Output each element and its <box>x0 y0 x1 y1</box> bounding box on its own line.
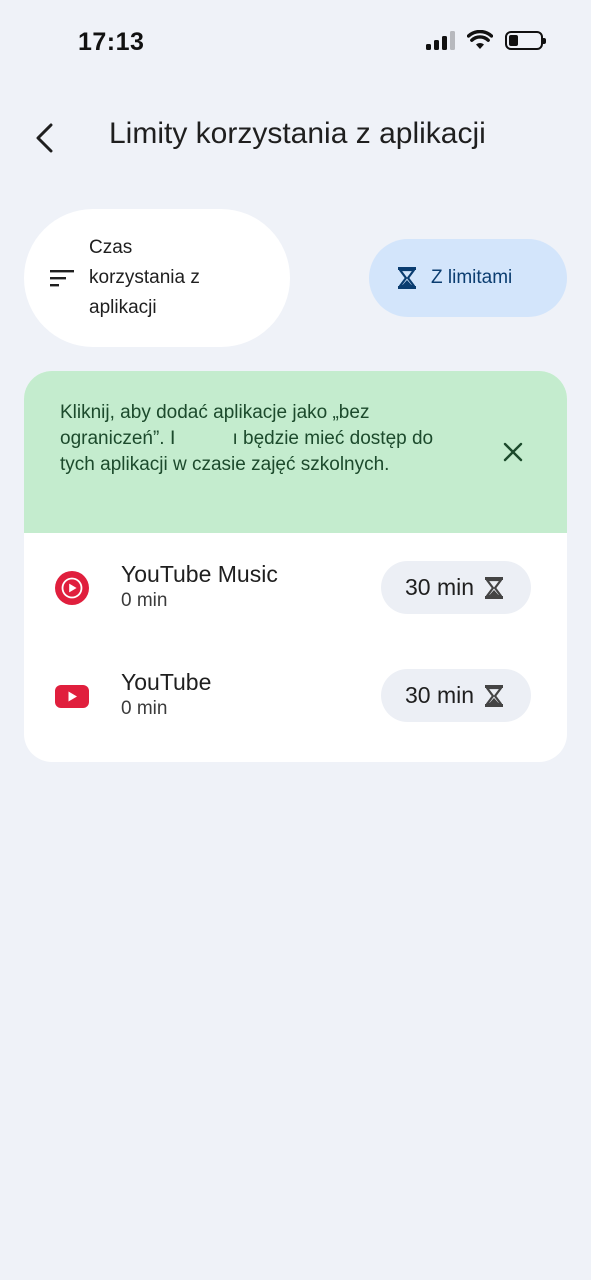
app-row-youtube-music[interactable]: YouTube Music 0 min 30 min <box>24 533 567 641</box>
app-limit-button[interactable]: 30 min <box>381 561 531 614</box>
banner-text: Kliknij, aby dodać aplikacje jako „bez o… <box>60 402 434 475</box>
close-icon[interactable] <box>499 438 527 466</box>
app-limit-value: 30 min <box>405 682 475 708</box>
cellular-signal-icon <box>426 30 455 50</box>
youtube-icon <box>55 685 89 708</box>
sort-label-line: korzystania z <box>89 267 200 288</box>
with-limits-chip[interactable]: Z limitami <box>369 239 567 317</box>
app-usage-time: 0 min <box>121 698 168 719</box>
app-limit-button[interactable]: 30 min <box>381 669 531 722</box>
status-icons <box>426 30 546 50</box>
sort-label-line: aplikacji <box>89 297 157 318</box>
battery-icon <box>505 30 546 50</box>
with-limits-label: Z limitami <box>431 267 513 288</box>
youtube-music-icon <box>55 571 89 605</box>
app-name: YouTube <box>121 669 212 695</box>
app-limits-screen: 17:13 Limity korzystania z aplikacji Cza… <box>0 0 591 1280</box>
sort-icon <box>50 270 74 287</box>
sort-chip-label: Czas korzystania z aplikacji <box>89 233 200 323</box>
app-limit-value: 30 min <box>405 574 475 600</box>
back-arrow-icon <box>36 123 53 153</box>
apps-card: Kliknij, aby dodać aplikacje jako „bez o… <box>24 371 567 762</box>
hourglass-icon <box>398 267 416 289</box>
status-time: 17:13 <box>78 28 145 56</box>
info-banner[interactable]: Kliknij, aby dodać aplikacje jako „bez o… <box>24 371 567 533</box>
page-title: Limity korzystania z aplikacji <box>109 117 486 150</box>
app-row-youtube[interactable]: YouTube 0 min 30 min <box>24 641 567 749</box>
sort-chip[interactable]: Czas korzystania z aplikacji <box>24 209 290 347</box>
hourglass-icon <box>485 684 504 707</box>
sort-label-line: Czas <box>89 237 133 258</box>
back-button[interactable] <box>24 116 64 160</box>
app-name: YouTube Music <box>121 561 278 587</box>
wifi-icon <box>467 30 493 49</box>
app-usage-time: 0 min <box>121 590 168 611</box>
hourglass-icon <box>485 576 504 599</box>
